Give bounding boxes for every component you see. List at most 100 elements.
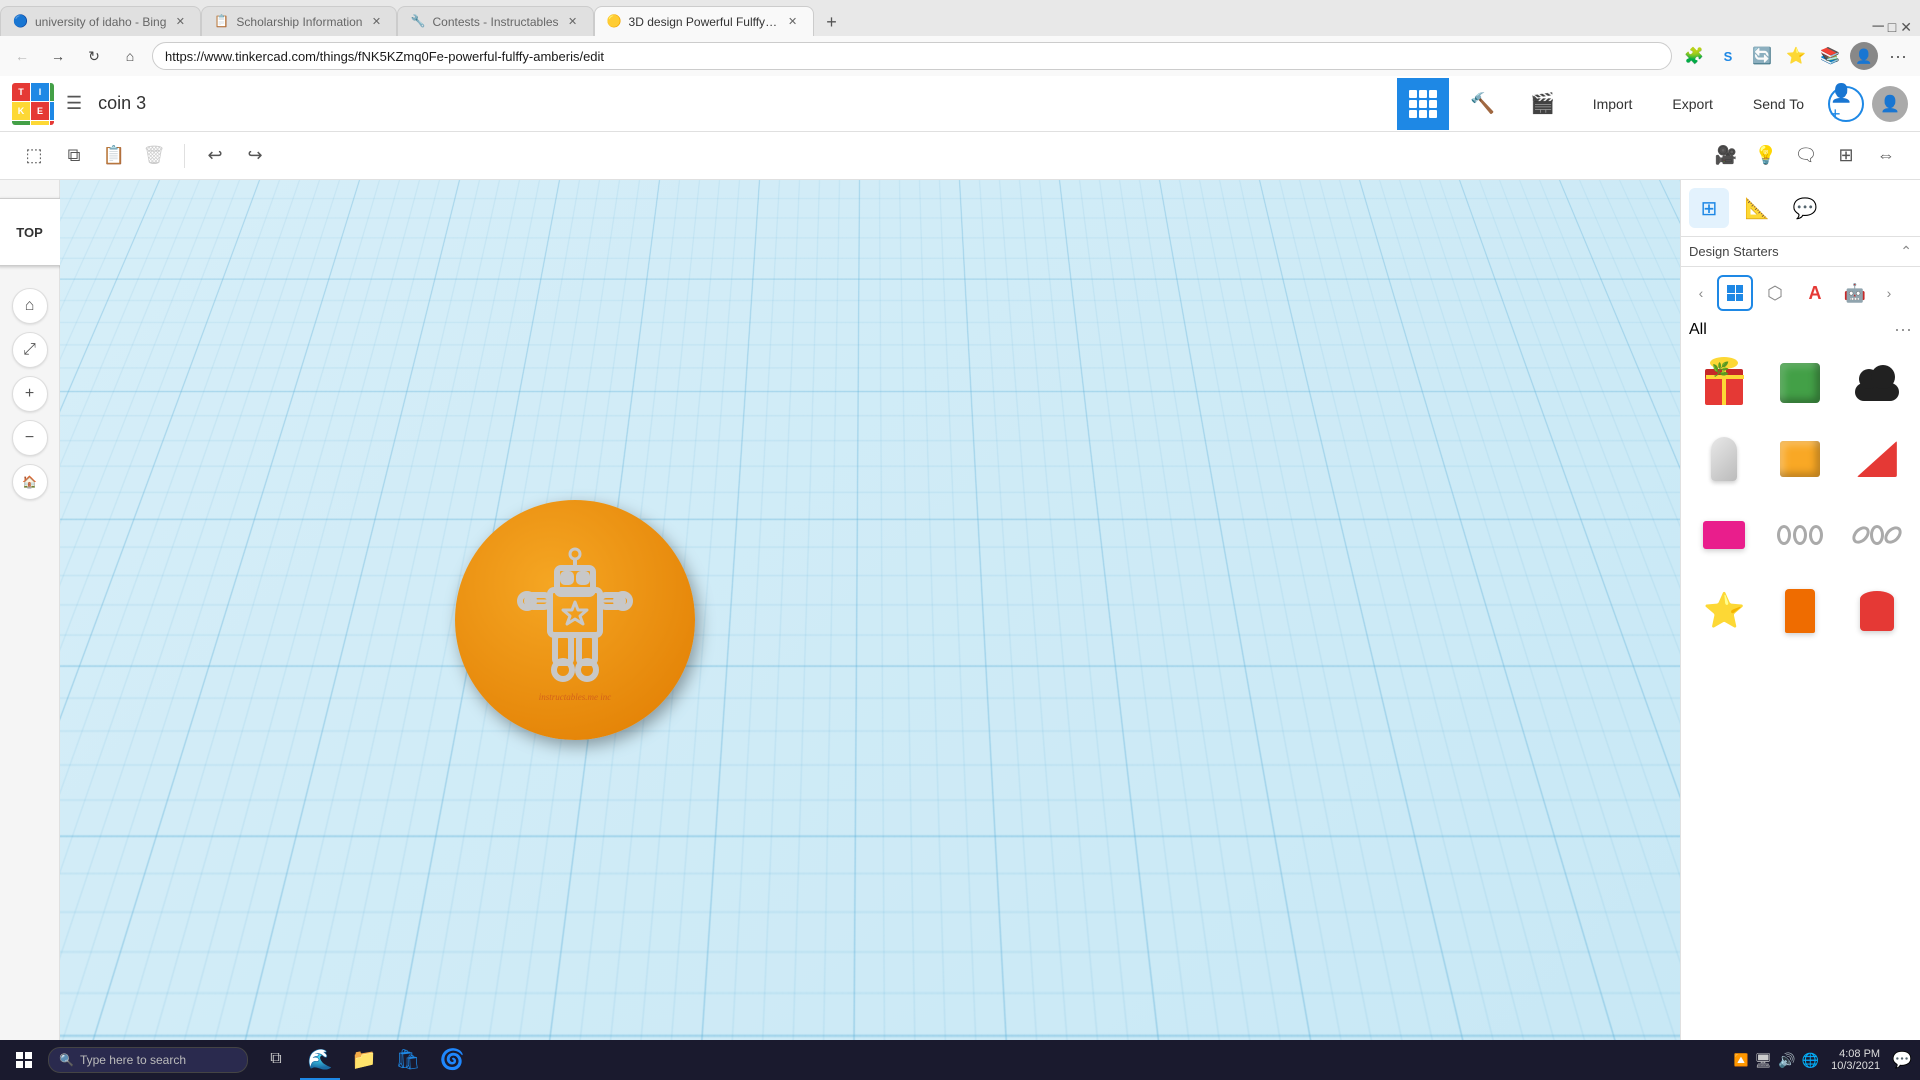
store-app[interactable]: 🛍 [388, 1040, 428, 1080]
category-robot-button[interactable]: 🤖 [1837, 275, 1873, 311]
notes-panel-icon: 💬 [1793, 196, 1818, 221]
home-button[interactable]: ⌂ [116, 42, 144, 70]
shape-red-cylinder[interactable] [1842, 576, 1912, 646]
task-view-button[interactable]: ⧉ [256, 1040, 296, 1080]
shapes-more-icon[interactable]: ··· [1894, 319, 1912, 340]
url-text: https://www.tinkercad.com/things/fNK5KZm… [165, 49, 1659, 64]
close-btn[interactable]: ✕ [1900, 19, 1912, 36]
edge-browser-app[interactable]: 🌊 [300, 1040, 340, 1080]
zoom-in-button[interactable]: + [12, 376, 48, 412]
shapes-panel-button[interactable]: ⊞ [1689, 188, 1729, 228]
tray-chevron-icon[interactable]: 🔼 [1734, 1053, 1749, 1067]
export-button[interactable]: Export [1656, 86, 1728, 122]
notes-panel-button[interactable]: 💬 [1785, 188, 1825, 228]
extensions-icon[interactable]: 🧩 [1680, 42, 1708, 70]
shape-star[interactable]: ⭐ [1689, 576, 1759, 646]
taskbar-search-bar[interactable]: 🔍 Type here to search [48, 1047, 248, 1073]
shape-orange-prism[interactable] [1765, 576, 1835, 646]
maximize-btn[interactable]: □ [1888, 19, 1896, 35]
forward-button[interactable]: → [44, 42, 72, 70]
notes-icon-btn[interactable]: 🗨 [1788, 138, 1824, 174]
project-name[interactable]: coin 3 [98, 93, 1385, 114]
chain1-img [1776, 511, 1824, 559]
collections-icon[interactable]: 📚 [1816, 42, 1844, 70]
copy-button[interactable]: ⧉ [56, 138, 92, 174]
view-cube[interactable]: TOP [0, 198, 64, 266]
canvas-area[interactable]: instructables.me inc Edit Grid Snap Grid… [60, 180, 1680, 1080]
add-user-button[interactable]: 👤+ [1828, 86, 1864, 122]
tab-tinkercad[interactable]: 🟡 3D design Powerful Fulffy-Ambe... ✕ [594, 6, 814, 36]
light-icon-btn[interactable]: 💡 [1748, 138, 1784, 174]
tab-close-btn[interactable]: ✕ [172, 14, 188, 30]
camera-icon-btn[interactable]: 🎥 [1708, 138, 1744, 174]
category-next-button[interactable]: › [1877, 281, 1901, 305]
taskbar-clock[interactable]: 4:08 PM 10/3/2021 [1823, 1048, 1888, 1072]
volume-icon[interactable]: 🔊 [1778, 1052, 1795, 1069]
shape-chain-2[interactable] [1842, 500, 1912, 570]
hammer-view-button[interactable]: 🔨 [1457, 78, 1509, 130]
new-tab-button[interactable]: + [818, 8, 846, 36]
start-button[interactable] [0, 1040, 48, 1080]
group-button[interactable]: ⬚ [16, 138, 52, 174]
taskbar-tray-icons: 🔼 🖥 🔊 🌐 [1734, 1052, 1820, 1069]
align-icon: ⊞ [1838, 145, 1853, 166]
tc-header: T I N K E R C A D ☰ coin 3 [0, 76, 1920, 132]
undo-button[interactable]: ↩ [197, 138, 233, 174]
hamburger-menu-icon[interactable]: ☰ [66, 93, 82, 114]
mirror-icon-btn[interactable]: ⇔ [1868, 138, 1904, 174]
red-wedge-img [1853, 435, 1901, 483]
shape-red-wedge[interactable] [1842, 424, 1912, 494]
refresh-button[interactable]: ↻ [80, 42, 108, 70]
delete-button[interactable]: 🗑 [136, 138, 172, 174]
user-avatar[interactable]: 👤 [1872, 86, 1908, 122]
design-starters-dropdown[interactable]: Design Starters ⌃ [1681, 237, 1920, 267]
browser-chrome: 🔵 university of idaho - Bing ✕ 📋 Scholar… [0, 0, 1920, 76]
tab-close-btn[interactable]: ✕ [565, 14, 581, 30]
tab-scholarship[interactable]: 📋 Scholarship Information ✕ [201, 6, 397, 36]
favorites-icon[interactable]: ⭐ [1782, 42, 1810, 70]
back-button[interactable]: ← [8, 42, 36, 70]
shape-cylinder-white[interactable] [1689, 424, 1759, 494]
gift-img: 🌿 [1700, 359, 1748, 407]
film-button[interactable]: 🎬 [1517, 78, 1569, 130]
monitor-icon[interactable]: 🖥 [1754, 1052, 1772, 1069]
minimize-btn[interactable]: ─ [1872, 18, 1883, 36]
profile-avatar[interactable]: 👤 [1850, 42, 1878, 70]
redo-button[interactable]: ↪ [237, 138, 273, 174]
category-prev-button[interactable]: ‹ [1689, 281, 1713, 305]
zoom-out-button[interactable]: − [12, 420, 48, 456]
address-bar[interactable]: https://www.tinkercad.com/things/fNK5KZm… [152, 42, 1672, 70]
home-view-button[interactable]: ⌂ [12, 288, 48, 324]
shape-gold-box[interactable] [1765, 424, 1835, 494]
browser2-app[interactable]: 🌀 [432, 1040, 472, 1080]
category-text-button[interactable]: A [1797, 275, 1833, 311]
notification-icon[interactable]: 💬 [1892, 1050, 1912, 1070]
import-button[interactable]: Import [1577, 86, 1649, 122]
align-icon-btn[interactable]: ⊞ [1828, 138, 1864, 174]
shape-chain-1[interactable] [1765, 500, 1835, 570]
category-grid-button[interactable] [1717, 275, 1753, 311]
file-explorer-app[interactable]: 📁 [344, 1040, 384, 1080]
ruler-panel-button[interactable]: 📐 [1737, 188, 1777, 228]
tab-close-btn[interactable]: ✕ [785, 14, 801, 30]
paste-button[interactable]: 📋 [96, 138, 132, 174]
tab-bing[interactable]: 🔵 university of idaho - Bing ✕ [0, 6, 201, 36]
sync-icon[interactable]: 🔄 [1748, 42, 1776, 70]
tab-close-btn[interactable]: ✕ [368, 14, 384, 30]
network-icon[interactable]: 🌐 [1802, 1052, 1819, 1069]
send-to-button[interactable]: Send To [1737, 86, 1820, 122]
tab-instructables[interactable]: 🔧 Contests - Instructables ✕ [397, 6, 593, 36]
perspective-button[interactable]: 🏠 [12, 464, 48, 500]
grid-view-button[interactable] [1397, 78, 1449, 130]
coin-object[interactable]: instructables.me inc [455, 500, 695, 760]
zoom-fit-button[interactable]: ⤢ [12, 332, 48, 368]
more-icon[interactable]: ··· [1884, 42, 1912, 70]
shape-cube-green[interactable] [1765, 348, 1835, 418]
shape-magenta-box[interactable] [1689, 500, 1759, 570]
text-a-icon: A [1809, 283, 1822, 304]
category-hex-button[interactable]: ⬡ [1757, 275, 1793, 311]
profile-s-icon[interactable]: S [1714, 42, 1742, 70]
shape-gift[interactable]: 🌿 [1689, 348, 1759, 418]
view-cube-label: TOP [16, 225, 43, 240]
shape-cloud-dark[interactable] [1842, 348, 1912, 418]
